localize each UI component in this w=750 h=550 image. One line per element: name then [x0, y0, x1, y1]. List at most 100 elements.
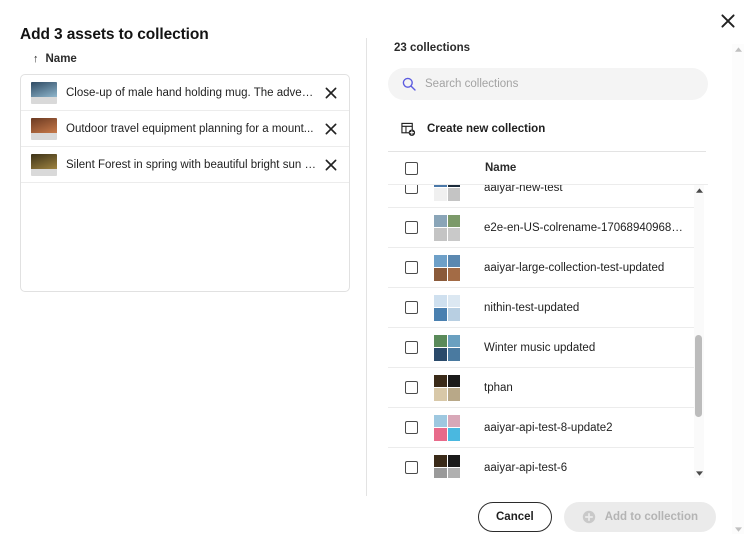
create-collection-icon	[401, 122, 416, 137]
assets-sort-header[interactable]: ↑ Name	[20, 48, 350, 70]
collection-checkbox[interactable]	[405, 301, 418, 314]
remove-asset-icon[interactable]	[317, 115, 345, 143]
thumbnail-tile	[448, 335, 461, 348]
collection-thumbnail	[434, 415, 460, 441]
thumbnail-tile	[434, 348, 447, 361]
thumbnail-tile	[448, 215, 461, 228]
close-icon[interactable]	[712, 5, 744, 37]
caret-up-icon-glyph	[735, 47, 742, 52]
add-to-collection-button[interactable]: Add to collection	[564, 502, 716, 532]
cancel-button[interactable]: Cancel	[478, 502, 552, 532]
collection-row[interactable]: e2e-en-US-colrename-1706894096823 r...	[388, 208, 694, 248]
asset-name: Silent Forest in spring with beautiful b…	[66, 159, 317, 171]
collections-scrollbar[interactable]	[694, 185, 704, 478]
collection-checkbox[interactable]	[405, 184, 418, 194]
search-input[interactable]	[425, 78, 675, 90]
collection-checkbox-cell	[388, 261, 434, 274]
collection-row[interactable]: aaiyar-new-test	[388, 184, 694, 208]
thumbnail-tile	[448, 348, 461, 361]
collections-table-header: Name	[388, 152, 708, 184]
thumbnail-tile	[434, 468, 447, 478]
thumbnail-tile	[434, 375, 447, 388]
thumbnail-tile	[448, 228, 461, 241]
caret-down-icon[interactable]	[732, 524, 744, 534]
collection-row[interactable]: nithin-test-updated	[388, 288, 694, 328]
search-icon	[402, 77, 416, 91]
collection-checkbox-cell	[388, 221, 434, 234]
thumbnail-tile	[448, 468, 461, 478]
collection-checkbox[interactable]	[405, 341, 418, 354]
collection-checkbox[interactable]	[405, 221, 418, 234]
collection-checkbox[interactable]	[405, 381, 418, 394]
collections-scroll-content: aaiyar-new-teste2e-en-US-colrename-17068…	[388, 184, 694, 478]
collection-row[interactable]: aaiyar-large-collection-test-updated	[388, 248, 694, 288]
collection-name: aaiyar-api-test-8-update2	[484, 422, 613, 434]
caret-up-icon-glyph	[696, 188, 703, 193]
collections-list: aaiyar-new-teste2e-en-US-colrename-17068…	[388, 184, 708, 478]
collection-thumbnail	[434, 184, 460, 201]
asset-row: Silent Forest in spring with beautiful b…	[21, 147, 349, 183]
close-icon-glyph	[325, 87, 337, 99]
thumbnail-tile	[448, 455, 461, 468]
dialog-footer: Cancel Add to collection	[478, 502, 716, 532]
caret-up-icon[interactable]	[694, 186, 704, 195]
collection-row[interactable]: tphan	[388, 368, 694, 408]
create-new-collection-button[interactable]: Create new collection	[388, 114, 708, 144]
remove-asset-icon[interactable]	[317, 79, 345, 107]
panel-divider	[366, 38, 367, 496]
asset-row: Outdoor travel equipment planning for a …	[21, 111, 349, 147]
collection-name: Winter music updated	[484, 342, 595, 354]
thumbnail-tile	[448, 188, 461, 201]
thumbnail-tile	[448, 268, 461, 281]
thumbnail-tile	[434, 215, 447, 228]
collection-thumbnail	[434, 215, 460, 241]
collection-checkbox[interactable]	[405, 261, 418, 274]
thumbnail-tile	[434, 428, 447, 441]
search-collections-field[interactable]	[388, 68, 708, 100]
thumbnail-tile	[434, 268, 447, 281]
collection-checkbox-cell	[388, 461, 434, 474]
select-all-checkbox[interactable]	[405, 162, 418, 175]
collection-checkbox-cell	[388, 184, 434, 194]
collections-scrollbar-track[interactable]	[694, 185, 704, 478]
collection-name: aaiyar-large-collection-test-updated	[484, 262, 664, 274]
thumbnail-tile	[434, 188, 447, 201]
select-all-cell	[388, 162, 434, 175]
collections-panel: 23 collections Create new collection Nam…	[388, 42, 708, 478]
collections-scrollbar-thumb[interactable]	[695, 335, 702, 417]
collection-checkbox[interactable]	[405, 421, 418, 434]
add-to-collection-label: Add to collection	[605, 511, 698, 523]
thumbnail-tile	[434, 455, 447, 468]
close-icon-glyph	[325, 123, 337, 135]
collection-name: tphan	[484, 382, 513, 394]
dialog-scrollbar[interactable]	[732, 44, 744, 534]
dialog-scrollbar-track[interactable]	[732, 44, 744, 534]
thumbnail-tile	[434, 388, 447, 401]
page-title: Add 3 assets to collection	[20, 26, 209, 44]
collection-row[interactable]: Winter music updated	[388, 328, 694, 368]
thumbnail-tile	[448, 295, 461, 308]
collection-thumbnail	[434, 335, 460, 361]
caret-up-icon[interactable]	[732, 44, 744, 54]
collection-row[interactable]: aaiyar-api-test-6	[388, 448, 694, 478]
add-to-collection-dialog: Add 3 assets to collection ↑ Name Close-…	[0, 0, 750, 550]
collection-checkbox[interactable]	[405, 461, 418, 474]
close-icon-glyph	[721, 14, 735, 28]
asset-thumbnail	[31, 154, 57, 176]
thumbnail-tile	[448, 375, 461, 388]
remove-asset-icon[interactable]	[317, 151, 345, 179]
collection-checkbox-cell	[388, 421, 434, 434]
thumbnail-tile	[448, 255, 461, 268]
thumbnail-tile	[448, 184, 461, 187]
collection-thumbnail	[434, 455, 460, 479]
collection-row[interactable]: aaiyar-api-test-8-update2	[388, 408, 694, 448]
collection-checkbox-cell	[388, 301, 434, 314]
thumbnail-tile	[434, 308, 447, 321]
asset-row: Close-up of male hand holding mug. The a…	[21, 75, 349, 111]
collection-thumbnail	[434, 375, 460, 401]
thumbnail-tile	[434, 184, 447, 187]
thumbnail-tile	[434, 415, 447, 428]
collection-thumbnail	[434, 255, 460, 281]
collection-checkbox-cell	[388, 381, 434, 394]
caret-down-icon[interactable]	[694, 469, 704, 478]
